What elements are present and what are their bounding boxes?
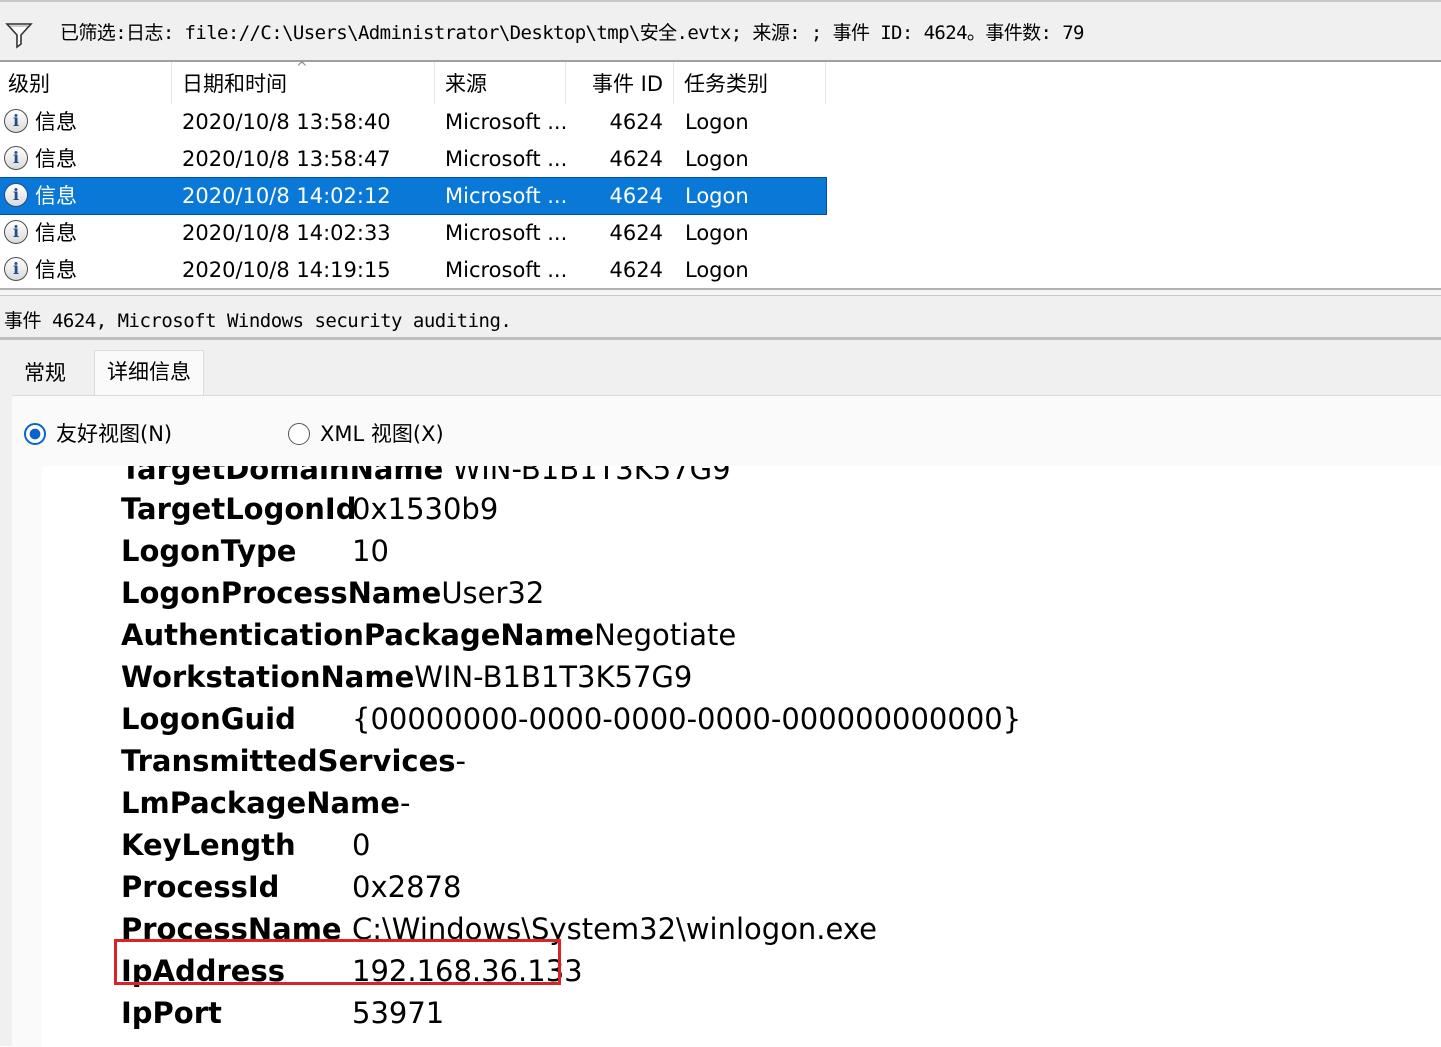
detail-value: WIN-B1B1T3K57G9 [414, 660, 693, 694]
detail-row: KeyLength 0 [121, 824, 370, 866]
detail-key: ProcessId [121, 870, 280, 904]
info-icon: i [4, 220, 28, 244]
xml-view-radio[interactable]: XML 视图(X) [288, 418, 444, 448]
cell-source: Microsoft ... [445, 221, 568, 245]
cell-datetime: 2020/10/8 13:58:47 [182, 147, 391, 171]
cell-task-category: Logon [685, 221, 749, 245]
detail-key: WorkstationName [121, 660, 415, 694]
radio-unselected-icon [288, 423, 310, 445]
funnel-icon [5, 23, 33, 49]
cell-event-id: 4624 [609, 258, 663, 282]
detail-key: IpPort [121, 996, 222, 1030]
detail-row: LogonType 10 [121, 530, 389, 572]
cell-level: 信息 [35, 184, 77, 208]
event-title-bar: 事件 4624, Microsoft Windows security audi… [0, 296, 1441, 340]
detail-value: - [455, 744, 466, 778]
cell-event-id: 4624 [609, 110, 663, 134]
detail-value: WIN-B1B1T3K57G9 [452, 466, 731, 486]
cell-event-id: 4624 [609, 221, 663, 245]
detail-value: 0 [352, 828, 371, 862]
cell-event-id: 4624 [609, 147, 663, 171]
event-title: 事件 4624, Microsoft Windows security audi… [4, 310, 512, 332]
cell-source: Microsoft ... [445, 110, 568, 134]
column-header-task-category[interactable]: 任务类别 [674, 62, 826, 104]
friendly-view-label: 友好视图(N) [56, 422, 173, 446]
detail-value: User32 [441, 576, 545, 610]
tab-general[interactable]: 常规 [12, 352, 94, 395]
detail-key: TransmittedServices [121, 744, 456, 778]
detail-row: TransmittedServices- [121, 740, 466, 782]
detail-value: Negotiate [594, 618, 737, 652]
detail-key: LogonGuid [121, 702, 296, 736]
column-header-source[interactable]: 来源 [435, 62, 566, 104]
detail-key: KeyLength [121, 828, 296, 862]
event-row[interactable]: i 信息 2020/10/8 14:02:33 Microsoft ... 4624 Lo… [0, 215, 826, 251]
details-tab-body: 友好视图(N) XML 视图(X) TargetDomainName WIN-B… [12, 395, 1441, 1047]
detail-row: LogonGuid {00000000-0000-0000-0000-000000… [121, 698, 1021, 740]
detail-key: LogonProcessName [121, 576, 442, 610]
detail-value: 53971 [352, 996, 445, 1030]
filter-bar: 已筛选:日志: file://C:\Users\Administrator\De… [0, 0, 1441, 62]
detail-row: LogonProcessNameUser32 [121, 572, 544, 614]
info-icon: i [4, 257, 28, 281]
detail-value: 0x2878 [352, 870, 462, 904]
info-icon: i [4, 109, 28, 133]
detail-value: 0x1530b9 [352, 492, 499, 526]
details-pane: 常规 详细信息 友好视图(N) XML 视图(X) TargetDomainNa… [0, 340, 1441, 1047]
detail-row-partial: TargetDomainName WIN-B1B1T3K57G9 [121, 466, 731, 490]
detail-row: IpPort 53971 [121, 992, 444, 1034]
event-row[interactable]: i 信息 2020/10/8 14:19:15 Microsoft ... 4624 Lo… [0, 252, 826, 288]
cell-level: 信息 [35, 147, 77, 171]
detail-row: ProcessId 0x2878 [121, 866, 461, 908]
info-icon: i [4, 146, 28, 170]
event-list[interactable]: 级别 日期和时间 ^ 来源 事件 ID 任务类别 i 信息 2020/10/8 13… [0, 60, 1441, 288]
event-row[interactable]: i 信息 2020/10/8 13:58:40 Microsoft ... 4624 Lo… [0, 104, 826, 140]
xml-view-label: XML 视图(X) [320, 422, 444, 446]
event-row-selected[interactable]: i 信息 2020/10/8 14:02:12 Microsoft ... 4624 Lo… [0, 177, 827, 215]
cell-source: Microsoft ... [445, 258, 568, 282]
cell-datetime: 2020/10/8 13:58:40 [182, 110, 391, 134]
cell-source: Microsoft ... [445, 147, 568, 171]
event-detail-viewer[interactable]: TargetDomainName WIN-B1B1T3K57G9 TargetL… [42, 466, 1441, 1047]
detail-row: LmPackageName- [121, 782, 410, 824]
detail-row: WorkstationNameWIN-B1B1T3K57G9 [121, 656, 692, 698]
column-header-level[interactable]: 级别 [0, 62, 172, 104]
detail-value: - [399, 786, 411, 820]
ip-address-highlight-box [114, 939, 561, 985]
detail-key: LmPackageName [121, 786, 400, 820]
detail-row: TargetLogonId0x1530b9 [121, 488, 498, 530]
column-header-event-id[interactable]: 事件 ID [566, 62, 674, 104]
cell-task-category: Logon [685, 147, 749, 171]
radio-selected-icon [24, 423, 46, 445]
cell-datetime: 2020/10/8 14:02:33 [182, 221, 391, 245]
detail-key: TargetLogonId [121, 492, 357, 526]
cell-datetime: 2020/10/8 14:02:12 [182, 184, 391, 208]
event-row[interactable]: i 信息 2020/10/8 13:58:47 Microsoft ... 4624 Lo… [0, 141, 826, 177]
cell-task-category: Logon [685, 258, 749, 282]
detail-key: AuthenticationPackageName [121, 618, 595, 652]
friendly-view-radio[interactable]: 友好视图(N) [24, 418, 172, 448]
detail-key: TargetDomainName [121, 466, 444, 486]
cell-event-id: 4624 [609, 184, 663, 208]
detail-key: LogonType [121, 534, 297, 568]
cell-datetime: 2020/10/8 14:19:15 [182, 258, 391, 282]
sort-indicator-icon: ^ [296, 60, 308, 76]
pane-splitter[interactable] [0, 288, 1441, 296]
cell-source: Microsoft ... [445, 184, 568, 208]
cell-level: 信息 [35, 258, 77, 282]
detail-row: AuthenticationPackageNameNegotiate [121, 614, 736, 656]
cell-task-category: Logon [685, 184, 749, 208]
detail-value: 10 [352, 534, 389, 568]
cell-task-category: Logon [685, 110, 749, 134]
cell-level: 信息 [35, 110, 77, 134]
info-icon: i [4, 183, 28, 207]
detail-value: {00000000-0000-0000-0000-000000000000} [352, 702, 1022, 736]
filter-description: 已筛选:日志: file://C:\Users\Administrator\De… [60, 22, 1084, 44]
cell-level: 信息 [35, 221, 77, 245]
tab-details[interactable]: 详细信息 [94, 350, 204, 396]
